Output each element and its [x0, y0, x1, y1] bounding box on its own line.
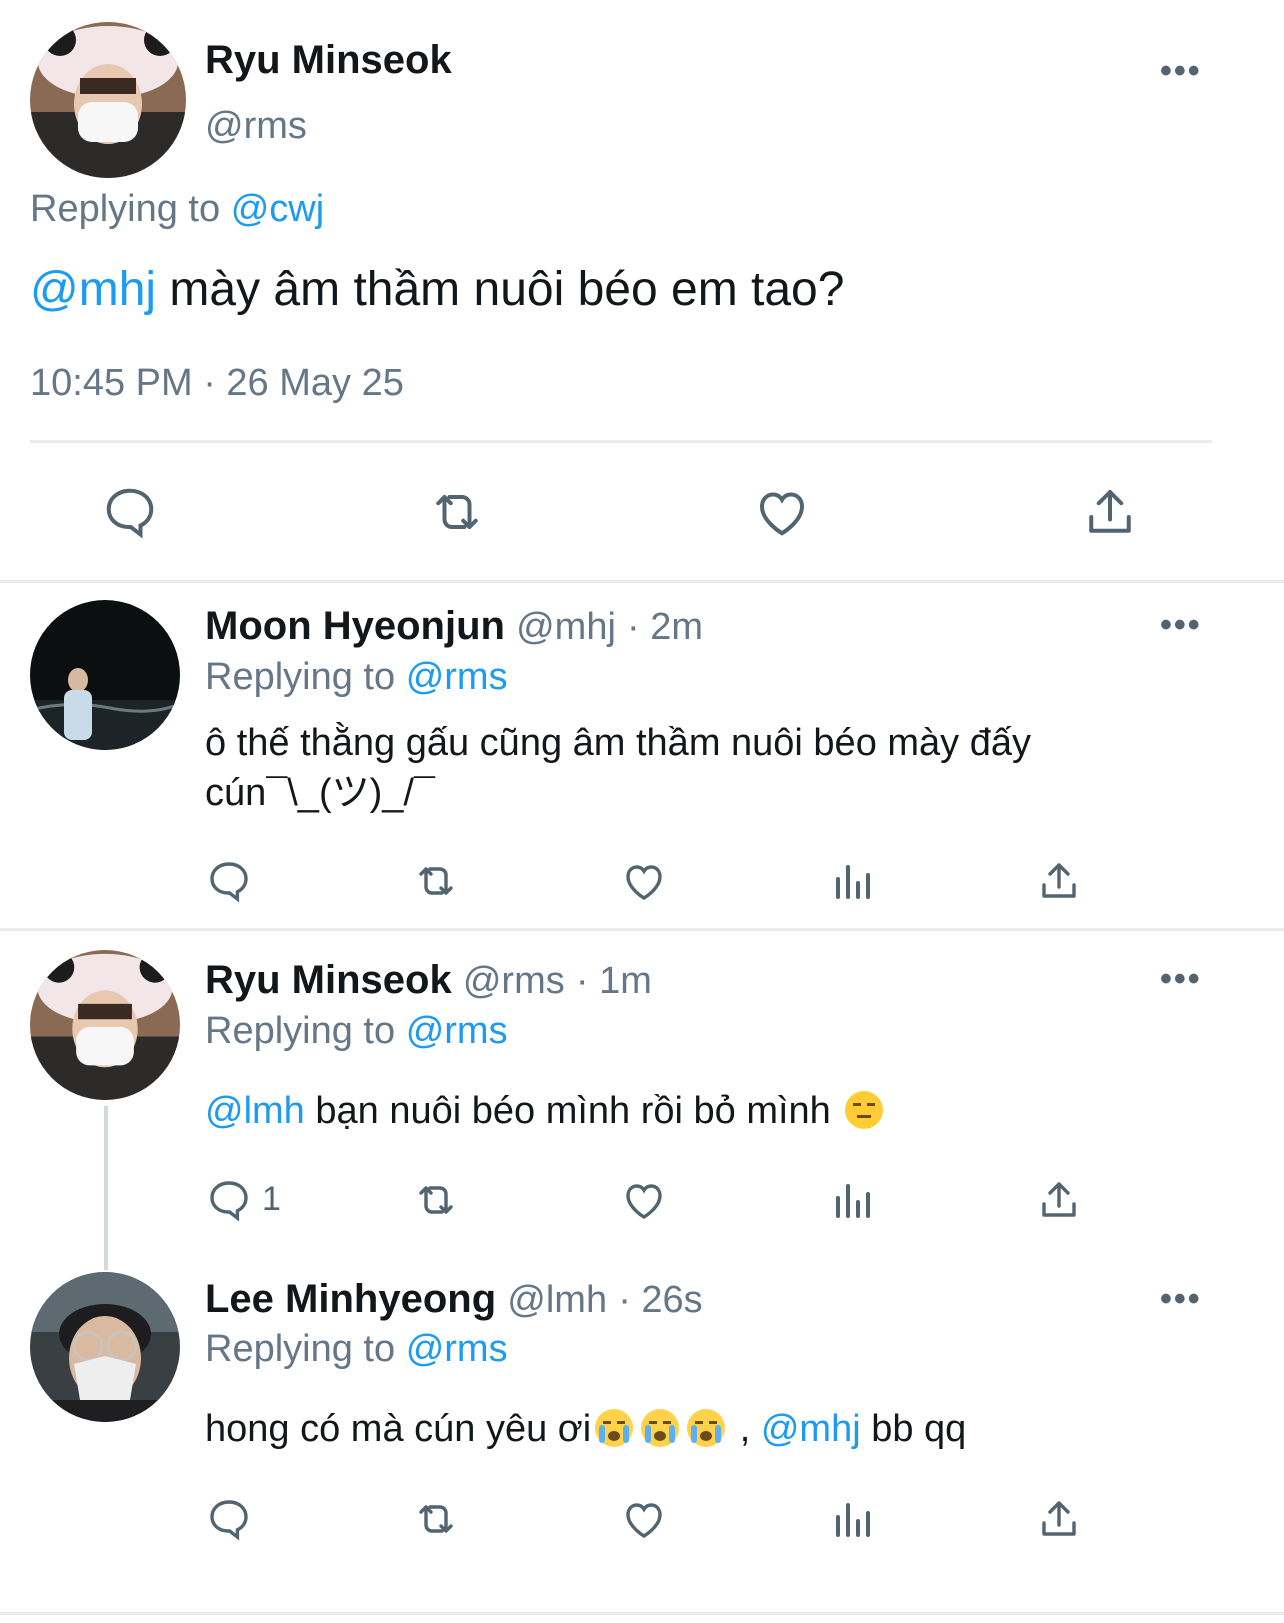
author-name[interactable]: Moon Hyeonjun	[205, 604, 505, 648]
tweet-mention[interactable]: @mhj	[30, 263, 156, 316]
divider	[0, 928, 1284, 931]
divider	[0, 1612, 1284, 1615]
more-options-icon[interactable]: •••	[1160, 1280, 1202, 1319]
like-icon[interactable]	[620, 1495, 668, 1543]
share-icon[interactable]	[1035, 1495, 1083, 1543]
replying-to-line: Replying to @rms	[205, 1328, 508, 1371]
replying-to-line: Replying to @rms	[205, 656, 508, 699]
more-options-icon[interactable]: •••	[1160, 606, 1202, 645]
divider	[30, 440, 1212, 443]
reply-icon[interactable]	[205, 1176, 253, 1224]
reply-body: hong có mà cún yêu ơi	[205, 1408, 592, 1450]
like-icon[interactable]	[620, 1176, 668, 1224]
retweet-icon[interactable]	[410, 857, 462, 905]
replying-to-mention[interactable]: @cwj	[231, 188, 324, 230]
reply-text: hong có mà cún yêu ơi , @mhj bb qq	[205, 1404, 966, 1454]
reply-text-line: cún¯\_(ツ)_/¯	[205, 772, 435, 814]
author-handle[interactable]: @rms	[205, 105, 307, 148]
author-name[interactable]: Ryu Minseok	[205, 38, 452, 83]
author-handle[interactable]: @rms	[463, 960, 565, 1002]
avatar-lee-minhyeong[interactable]	[30, 1272, 180, 1422]
like-icon[interactable]	[752, 482, 812, 542]
replying-to-mention[interactable]: @rms	[406, 1328, 508, 1370]
reply-icon[interactable]	[100, 482, 160, 542]
analytics-icon[interactable]	[828, 857, 876, 905]
author-handle[interactable]: @lmh	[507, 1279, 607, 1321]
replying-prefix: Replying to	[30, 188, 221, 230]
reply-text-line: ô thế thằng gấu cũng âm thầm nuôi béo mà…	[205, 722, 1031, 764]
avatar-ryu-minseok[interactable]	[30, 950, 180, 1100]
reply-body: bạn nuôi béo mình rồi bỏ mình	[304, 1090, 831, 1132]
reply-time[interactable]: · 1m	[576, 960, 652, 1002]
replying-to-mention[interactable]: @rms	[406, 1010, 508, 1052]
share-icon[interactable]	[1035, 1176, 1083, 1224]
more-options-icon[interactable]: •••	[1160, 960, 1202, 999]
retweet-icon[interactable]	[410, 1176, 462, 1224]
reply-icon[interactable]	[205, 1495, 253, 1543]
reply-time[interactable]: · 26s	[618, 1279, 702, 1321]
share-icon[interactable]	[1080, 482, 1140, 542]
reply-header: Lee Minhyeong @lmh · 26s	[205, 1277, 703, 1322]
author-name[interactable]: Lee Minhyeong	[205, 1277, 496, 1321]
avatar-moon-hyeonjun[interactable]	[30, 600, 180, 750]
share-icon[interactable]	[1035, 857, 1083, 905]
analytics-icon[interactable]	[828, 1495, 876, 1543]
author-handle[interactable]: @mhj	[516, 606, 616, 648]
reply-mention[interactable]: @lmh	[205, 1090, 305, 1132]
reply-body-end: bb qq	[860, 1408, 967, 1450]
tweet-timestamp[interactable]: 10:45 PM · 26 May 25	[30, 362, 404, 405]
reply-header: Ryu Minseok @rms · 1m	[205, 958, 652, 1003]
replying-to-mention[interactable]: @rms	[406, 656, 508, 698]
like-icon[interactable]	[620, 857, 668, 905]
loudly-crying-face-icon	[687, 1409, 726, 1447]
replying-prefix: Replying to	[205, 1328, 396, 1370]
reply-text: @lmh bạn nuôi béo mình rồi bỏ mình	[205, 1086, 887, 1136]
more-options-icon[interactable]: •••	[1160, 52, 1202, 91]
author-name[interactable]: Ryu Minseok	[205, 958, 452, 1002]
divider	[0, 580, 1284, 583]
reply-count: 1	[262, 1180, 281, 1218]
loudly-crying-face-icon	[595, 1409, 634, 1447]
replying-to-line: Replying to @rms	[205, 1010, 508, 1053]
replying-to-line: Replying to @cwj	[30, 188, 324, 231]
tweet-body: mày âm thầm nuôi béo em tao?	[156, 263, 845, 316]
confounded-face-icon	[845, 1091, 884, 1129]
analytics-icon[interactable]	[828, 1176, 876, 1224]
reply-separator: ,	[729, 1408, 761, 1450]
reply-time[interactable]: · 2m	[627, 606, 703, 648]
retweet-icon[interactable]	[410, 1495, 462, 1543]
reply-header: Moon Hyeonjun @mhj · 2m	[205, 604, 703, 649]
avatar-ryu-minseok[interactable]	[30, 22, 186, 178]
replying-prefix: Replying to	[205, 1010, 396, 1052]
tweet-text: @mhj mày âm thầm nuôi béo em tao?	[30, 262, 844, 317]
loudly-crying-face-icon	[641, 1409, 680, 1447]
retweet-icon[interactable]	[425, 482, 489, 542]
reply-icon[interactable]	[205, 857, 253, 905]
thread-connector-line	[104, 1106, 108, 1270]
reply-mention[interactable]: @mhj	[761, 1408, 861, 1450]
replying-prefix: Replying to	[205, 656, 396, 698]
reply-text: ô thế thằng gấu cũng âm thầm nuôi béo mà…	[205, 718, 1031, 818]
